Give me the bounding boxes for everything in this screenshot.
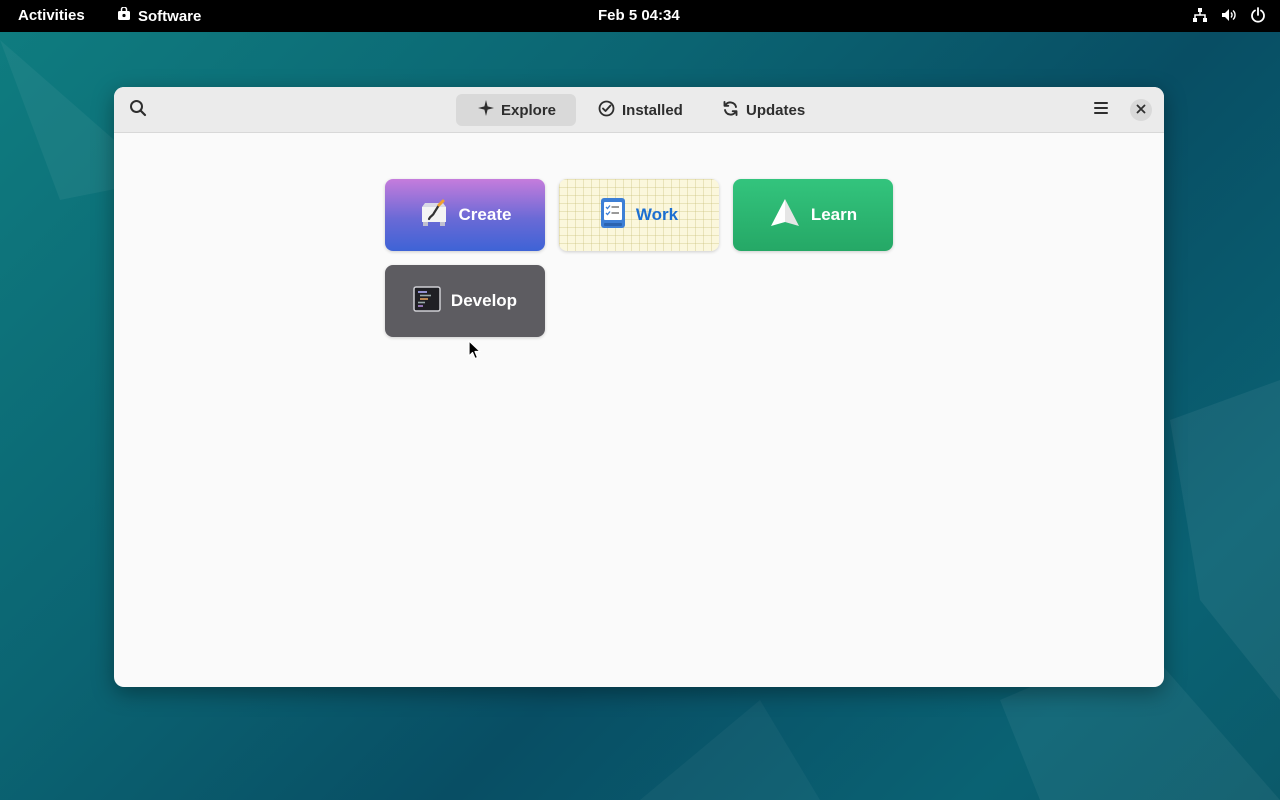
- learn-icon: [769, 198, 801, 233]
- search-icon: [129, 99, 147, 122]
- software-icon: [117, 6, 131, 25]
- tab-explore-label: Explore: [501, 101, 557, 119]
- close-button[interactable]: [1130, 99, 1152, 121]
- header-bar: Explore Installed Updates: [114, 87, 1164, 133]
- category-learn-label: Learn: [810, 205, 858, 224]
- terminal-icon: [413, 285, 441, 317]
- close-icon: [1136, 101, 1146, 119]
- mouse-cursor-icon: [468, 340, 481, 360]
- work-icon: [600, 197, 626, 234]
- software-window: Explore Installed Updates Create Work Le…: [114, 87, 1164, 687]
- system-tray[interactable]: [1192, 7, 1266, 23]
- network-icon[interactable]: [1192, 7, 1208, 23]
- clock[interactable]: Feb 5 04:34: [598, 7, 680, 24]
- tab-explore[interactable]: Explore: [456, 94, 576, 126]
- explore-icon: [478, 100, 494, 120]
- tab-installed[interactable]: Installed: [586, 94, 692, 126]
- main-menu-button[interactable]: [1086, 95, 1116, 125]
- refresh-icon: [722, 100, 739, 121]
- hamburger-menu-icon: [1093, 101, 1109, 120]
- activities-button[interactable]: Activities: [18, 7, 85, 24]
- top-bar: Activities Software Feb 5 04:34: [0, 0, 1280, 32]
- tab-updates[interactable]: Updates: [710, 94, 820, 126]
- volume-icon[interactable]: [1221, 7, 1237, 23]
- category-work[interactable]: Work: [559, 179, 719, 251]
- category-create-label: Create: [458, 205, 512, 224]
- tab-updates-label: Updates: [746, 101, 806, 119]
- power-icon[interactable]: [1250, 7, 1266, 23]
- app-name: Software: [138, 7, 202, 25]
- category-learn[interactable]: Learn: [733, 179, 893, 251]
- category-develop-label: Develop: [450, 291, 518, 310]
- category-develop[interactable]: Develop: [385, 265, 545, 337]
- create-icon: [419, 198, 449, 233]
- app-menu[interactable]: Software: [117, 6, 202, 25]
- category-work-label: Work: [635, 205, 679, 224]
- check-circle-icon: [598, 100, 615, 121]
- tab-installed-label: Installed: [622, 101, 683, 119]
- search-button[interactable]: [123, 95, 153, 125]
- category-create[interactable]: Create: [385, 179, 545, 251]
